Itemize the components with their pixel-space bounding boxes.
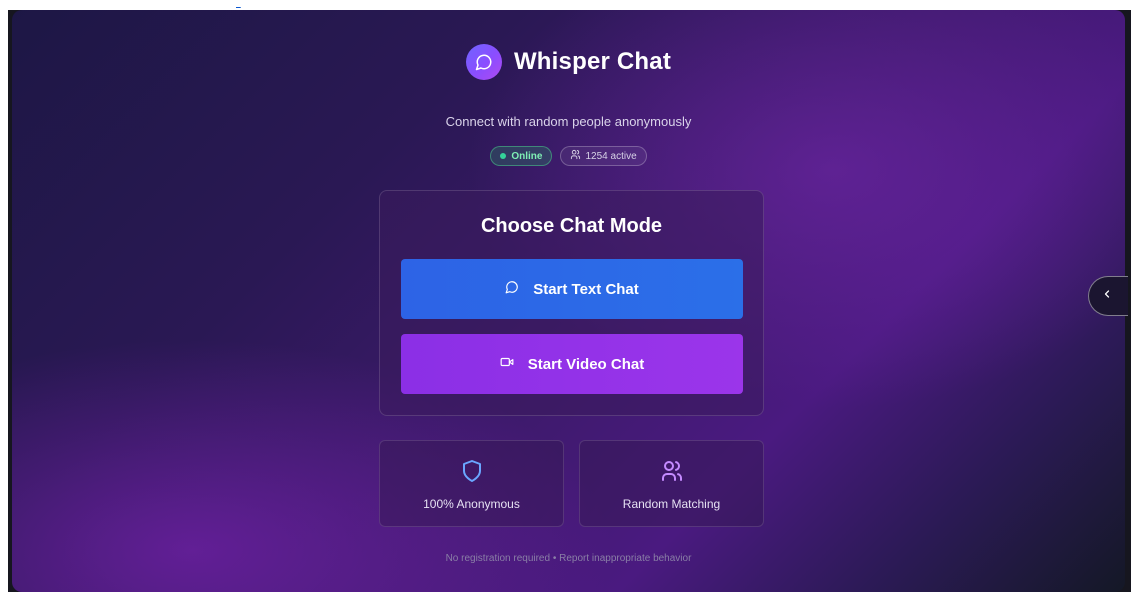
video-camera-icon	[500, 355, 514, 373]
chat-bubble-logo-icon	[465, 44, 502, 80]
online-status-badge: Online	[490, 146, 553, 166]
users-small-icon	[570, 149, 581, 163]
chat-mode-title: Choose Chat Mode	[480, 215, 663, 237]
start-video-chat-button[interactable]: Start Video Chat	[401, 334, 743, 394]
chat-mode-card: Choose Chat Mode Start Text Chat Start V…	[379, 190, 764, 416]
app-subtitle: Connect with random people anonymously	[445, 114, 692, 129]
side-panel-toggle-button[interactable]	[1088, 276, 1128, 316]
online-dot-icon	[500, 153, 507, 159]
chevron-left-icon	[1101, 287, 1113, 306]
feature-anonymous-label: 100% Anonymous	[423, 497, 520, 511]
active-users-badge: 1254 active	[560, 146, 647, 166]
app-viewport: Whisper Chat Connect with random people …	[12, 10, 1125, 592]
footer-note: No registration required • Report inappr…	[445, 553, 692, 564]
start-text-chat-label: Start Text Chat	[533, 280, 639, 298]
header-text-fragment	[120, 0, 125, 10]
start-text-chat-button[interactable]: Start Text Chat	[401, 259, 743, 319]
active-count-label: 1254 active	[585, 150, 637, 162]
brand-header: Whisper Chat	[12, 44, 1125, 80]
feature-random-card: Random Matching	[579, 440, 764, 527]
start-video-chat-label: Start Video Chat	[527, 355, 645, 373]
feature-anonymous-card: 100% Anonymous	[379, 440, 564, 527]
chat-bubble-icon	[505, 280, 519, 298]
top-strip	[0, 0, 1131, 10]
app-title: Whisper Chat	[513, 48, 672, 75]
url-link-fragment	[236, 0, 241, 10]
status-badges: Online 1254 active	[12, 146, 1125, 166]
shield-icon	[460, 457, 484, 485]
feature-random-label: Random Matching	[622, 497, 721, 511]
online-label: Online	[511, 150, 543, 162]
users-icon	[660, 457, 684, 485]
